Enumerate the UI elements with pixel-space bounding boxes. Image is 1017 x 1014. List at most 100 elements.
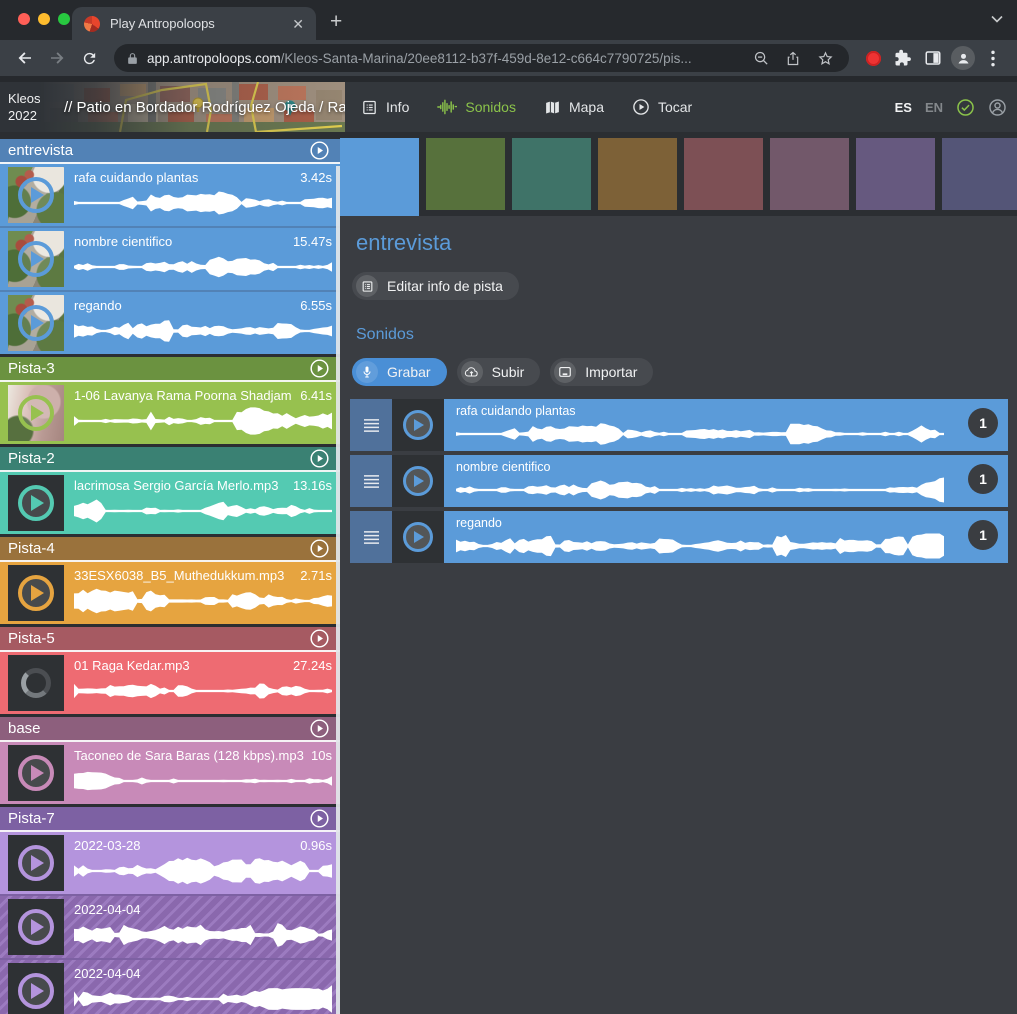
play-overlay-icon[interactable] [403, 410, 433, 440]
sidebar-sound[interactable]: 1-06 Lavanya Rama Poorna Shadjam Rupak..… [0, 382, 340, 444]
profile-avatar[interactable] [949, 44, 977, 72]
sound-thumbnail[interactable] [8, 835, 64, 891]
play-overlay-icon[interactable] [18, 177, 54, 213]
split-screen-icon[interactable] [919, 44, 947, 72]
app-logo[interactable]: Kleos 2022 [8, 90, 41, 124]
language-es[interactable]: ES [895, 100, 912, 115]
browser-menu-kebab-icon[interactable] [979, 44, 1007, 72]
sound-thumbnail[interactable] [8, 745, 64, 801]
sound-thumbnail[interactable] [8, 565, 64, 621]
track-header[interactable]: base [0, 717, 340, 742]
drag-handle[interactable] [350, 455, 392, 507]
track-play-icon[interactable] [309, 358, 330, 379]
play-overlay-icon[interactable] [403, 522, 433, 552]
sound-thumbnail[interactable] [8, 167, 64, 223]
drag-handle[interactable] [350, 399, 392, 451]
track-header[interactable]: Pista-3 [0, 357, 340, 382]
track-play-icon[interactable] [309, 448, 330, 469]
nav-tab-tocar[interactable]: Tocar [632, 98, 692, 116]
sound-waveform[interactable] [74, 586, 332, 616]
sound-thumbnail[interactable] [8, 963, 64, 1014]
sound-waveform[interactable] [74, 920, 332, 950]
new-tab-button[interactable]: + [330, 10, 342, 34]
nav-tab-sonidos[interactable]: Sonidos [437, 98, 516, 116]
share-icon[interactable] [781, 46, 805, 70]
extensions-puzzle-icon[interactable] [889, 44, 917, 72]
sidebar-sound[interactable]: lacrimosa Sergio García Merlo.mp3 13.16s [0, 472, 340, 534]
play-overlay-icon[interactable] [18, 909, 54, 945]
tab-close-icon[interactable]: ✕ [292, 17, 304, 31]
sound-waveform[interactable] [74, 766, 332, 796]
track-play-icon[interactable] [309, 718, 330, 739]
play-overlay-icon[interactable] [18, 755, 54, 791]
play-overlay-icon[interactable] [18, 241, 54, 277]
sound-waveform[interactable] [74, 252, 332, 282]
close-window-button[interactable] [18, 13, 30, 25]
play-overlay-icon[interactable] [18, 485, 54, 521]
sound-waveform[interactable] [74, 496, 332, 526]
sound-waveform[interactable] [456, 476, 944, 504]
bookmark-star-icon[interactable] [813, 46, 837, 70]
sound-thumbnail[interactable] [8, 295, 64, 351]
play-overlay-icon[interactable] [18, 845, 54, 881]
track-tile[interactable] [770, 138, 849, 210]
record-button[interactable]: Grabar [352, 358, 447, 386]
project-hero[interactable]: Kleos 2022 // Patio en Bordador Rodrígue… [0, 82, 345, 132]
play-overlay-icon[interactable] [18, 575, 54, 611]
account-icon[interactable] [988, 98, 1007, 117]
sidebar-sound[interactable]: 33ESX6038_B5_Muthedukkum.mp3 2.71s [0, 562, 340, 624]
record-extension-icon[interactable] [859, 44, 887, 72]
track-play-icon[interactable] [309, 808, 330, 829]
sound-thumbnail[interactable] [8, 655, 64, 711]
minimize-window-button[interactable] [38, 13, 50, 25]
track-header[interactable]: Pista-7 [0, 807, 340, 832]
sound-waveform[interactable] [74, 188, 332, 218]
sound-waveform[interactable] [456, 532, 944, 560]
zoom-out-icon[interactable] [749, 46, 773, 70]
sound-waveform[interactable] [74, 984, 332, 1014]
sound-waveform[interactable] [74, 856, 332, 886]
track-play-icon[interactable] [309, 628, 330, 649]
track-tile[interactable] [942, 138, 1017, 210]
panel-sound-row[interactable]: nombre cientifico 1 [350, 455, 1008, 507]
track-tile[interactable] [598, 138, 677, 210]
track-play-icon[interactable] [309, 140, 330, 161]
play-overlay-icon[interactable] [18, 305, 54, 341]
sidebar-sound[interactable]: rafa cuidando plantas 3.42s [0, 164, 340, 226]
sidebar-sound[interactable]: 01 Raga Kedar.mp3 27.24s [0, 652, 340, 714]
sound-thumbnail[interactable] [8, 899, 64, 955]
language-en[interactable]: EN [925, 100, 943, 115]
sound-thumbnail[interactable] [392, 455, 444, 507]
track-header[interactable]: Pista-2 [0, 447, 340, 472]
play-overlay-icon[interactable] [18, 973, 54, 1009]
tab-search-chevron-icon[interactable] [991, 15, 1003, 23]
drag-handle[interactable] [350, 511, 392, 563]
sidebar-scrollbar[interactable] [336, 166, 340, 1014]
track-tile[interactable] [512, 138, 591, 210]
edit-track-info-button[interactable]: Editar info de pista [352, 272, 519, 300]
saved-check-icon[interactable] [956, 98, 975, 117]
sidebar-sound[interactable]: Taconeo de Sara Baras (128 kbps).mp3 10s [0, 742, 340, 804]
track-tile[interactable] [684, 138, 763, 210]
play-overlay-icon[interactable] [18, 395, 54, 431]
sidebar-sound[interactable]: nombre cientifico 15.47s [0, 228, 340, 290]
sound-waveform[interactable] [74, 676, 332, 706]
sound-thumbnail[interactable] [8, 231, 64, 287]
sound-waveform[interactable] [74, 406, 332, 436]
play-overlay-icon[interactable] [403, 466, 433, 496]
track-tile[interactable] [340, 138, 419, 216]
sound-waveform[interactable] [456, 420, 944, 448]
track-header[interactable]: Pista-4 [0, 537, 340, 562]
upload-button[interactable]: Subir [457, 358, 541, 386]
sound-thumbnail[interactable] [392, 399, 444, 451]
zoom-window-button[interactable] [58, 13, 70, 25]
track-tile[interactable] [856, 138, 935, 210]
sound-thumbnail[interactable] [8, 475, 64, 531]
track-play-icon[interactable] [309, 538, 330, 559]
sidebar-sound[interactable]: 2022-04-04 [0, 960, 340, 1014]
sound-thumbnail[interactable] [8, 385, 64, 441]
sidebar-sound[interactable]: 2022-03-28 0.96s [0, 832, 340, 894]
sound-thumbnail[interactable] [392, 511, 444, 563]
nav-tab-info[interactable]: Info [361, 99, 409, 116]
forward-button[interactable] [42, 43, 72, 73]
